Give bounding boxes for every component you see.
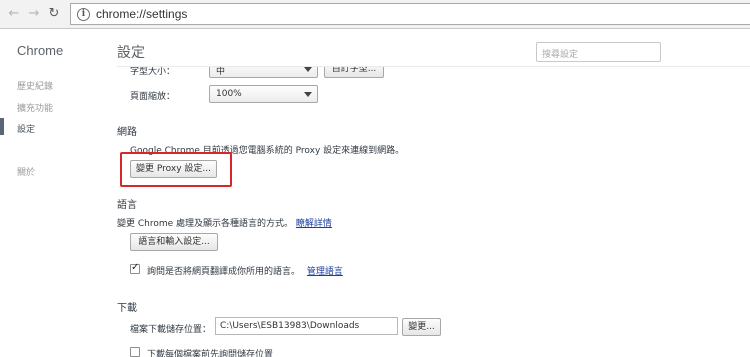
- chevron-down-icon: [304, 67, 312, 72]
- change-download-location-button[interactable]: 變更...: [402, 318, 441, 336]
- language-section-title: 語言: [117, 200, 137, 211]
- reload-icon[interactable]: ↻: [46, 6, 62, 22]
- translate-checkbox[interactable]: [130, 262, 140, 274]
- search-placeholder: 搜尋設定: [542, 50, 579, 60]
- info-icon[interactable]: i: [77, 8, 90, 21]
- zoom-value: 100%: [216, 89, 242, 99]
- forward-arrow-icon[interactable]: →: [26, 6, 42, 22]
- zoom-select[interactable]: 100%: [209, 85, 318, 103]
- language-description: 變更 Chrome 處理及顯示各種語言的方式。: [117, 219, 294, 229]
- network-section-title: 網路: [117, 127, 137, 138]
- address-bar[interactable]: i chrome://settings: [70, 3, 750, 25]
- translate-label: 詢問是否將網頁翻譯成你所用的語言。: [147, 267, 301, 277]
- highlight-box: [120, 152, 232, 187]
- manage-languages-link[interactable]: 管理語言: [307, 267, 343, 277]
- font-size-select[interactable]: 中: [209, 67, 318, 78]
- download-location-field[interactable]: C:\Users\ESB13983\Downloads: [215, 317, 398, 335]
- font-size-label: 字型大小：: [130, 67, 176, 77]
- sidebar-brand: Chrome: [17, 43, 64, 58]
- url-text[interactable]: chrome://settings: [96, 7, 187, 21]
- custom-fonts-button[interactable]: 自訂字型...: [324, 67, 384, 78]
- back-arrow-icon[interactable]: ←: [6, 6, 22, 22]
- settings-content: 字型大小： 中 自訂字型... 頁面縮放： 100%: [0, 67, 750, 357]
- downloads-section-title: 下載: [117, 303, 137, 314]
- learn-more-link[interactable]: 瞭解詳情: [296, 219, 332, 229]
- download-location-value: C:\Users\ESB13983\Downloads: [220, 321, 360, 331]
- ask-download-location-label: 下載每個檔案前先詢問儲存位置: [147, 350, 274, 357]
- translate-row: 詢問是否將網頁翻譯成你所用的語言。 管理語言: [147, 264, 343, 277]
- language-description-row: 變更 Chrome 處理及顯示各種語言的方式。 瞭解詳情: [117, 216, 332, 229]
- page-title: 設定: [117, 45, 145, 61]
- chevron-down-icon: [304, 92, 312, 97]
- zoom-label: 頁面縮放：: [130, 92, 176, 102]
- ask-download-location-checkbox[interactable]: [130, 347, 140, 357]
- font-size-value: 中: [216, 67, 226, 77]
- browser-toolbar: ← → ↻ i chrome://settings: [0, 0, 750, 29]
- language-settings-button[interactable]: 語言和輸入設定...: [130, 233, 218, 251]
- download-location-label: 檔案下載儲存位置：: [130, 325, 212, 335]
- search-input[interactable]: 搜尋設定: [536, 42, 661, 62]
